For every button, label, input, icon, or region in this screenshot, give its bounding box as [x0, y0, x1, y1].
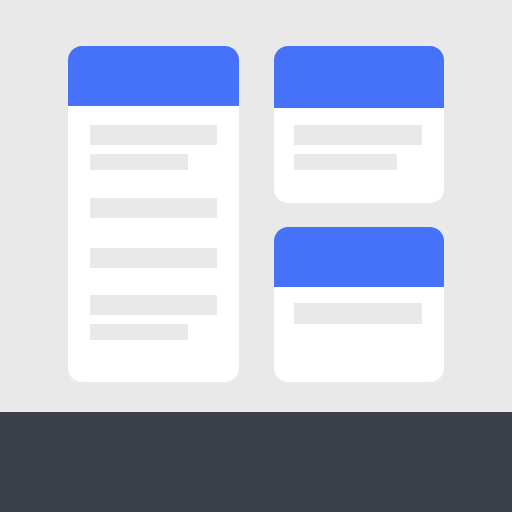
placeholder-line — [90, 295, 217, 315]
bottom-panel — [0, 412, 512, 512]
placeholder-line — [90, 125, 217, 145]
card-left — [68, 46, 239, 382]
card-top-right — [274, 46, 444, 203]
placeholder-line — [294, 303, 422, 324]
placeholder-line — [294, 154, 397, 170]
placeholder-line — [90, 248, 217, 268]
card-top-right-header — [274, 46, 444, 108]
card-left-header — [68, 46, 239, 106]
board-illustration — [0, 0, 512, 512]
card-bottom-right — [274, 227, 444, 382]
placeholder-line — [90, 198, 217, 218]
placeholder-line — [294, 125, 422, 145]
placeholder-line — [90, 154, 188, 170]
placeholder-line — [90, 324, 188, 340]
card-bottom-right-header — [274, 227, 444, 287]
